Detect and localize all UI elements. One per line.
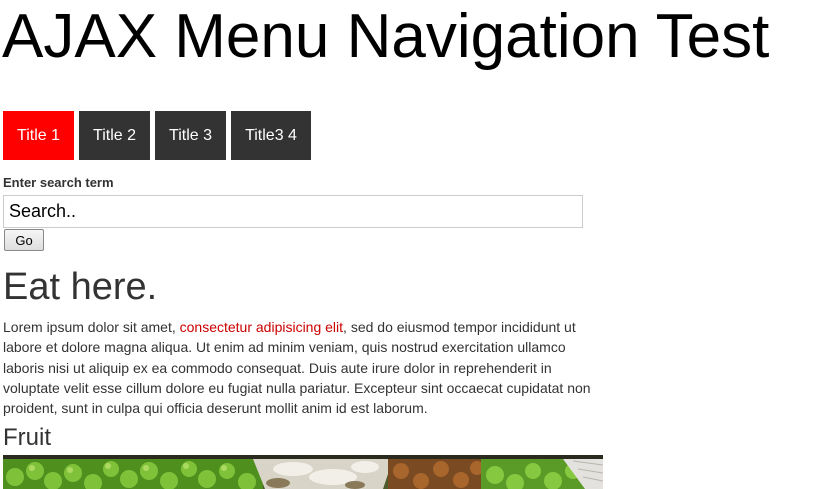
page-title: AJAX Menu Navigation Test: [2, 2, 770, 71]
go-button[interactable]: Go: [4, 229, 44, 251]
paragraph-text-start: Lorem ipsum dolor sit amet,: [3, 319, 180, 335]
fruit-image: [3, 455, 603, 489]
fruit-heading: Fruit: [3, 424, 51, 451]
nav-tab-title-3[interactable]: Title 3: [155, 111, 226, 160]
nav-tab-title-2[interactable]: Title 2: [79, 111, 150, 160]
page: AJAX Menu Navigation Test Title 1 Title …: [0, 0, 815, 489]
body-paragraph: Lorem ipsum dolor sit amet, consectetur …: [3, 317, 603, 418]
paragraph-link[interactable]: consectetur adipisicing elit: [180, 319, 343, 335]
nav-tab-title-1[interactable]: Title 1: [3, 111, 74, 160]
search-label: Enter search term: [3, 175, 114, 190]
search-input[interactable]: [3, 195, 583, 228]
main-nav: Title 1 Title 2 Title 3 Title3 4: [3, 111, 311, 160]
section-heading: Eat here.: [3, 266, 158, 308]
nav-tab-title3-4[interactable]: Title3 4: [231, 111, 311, 160]
